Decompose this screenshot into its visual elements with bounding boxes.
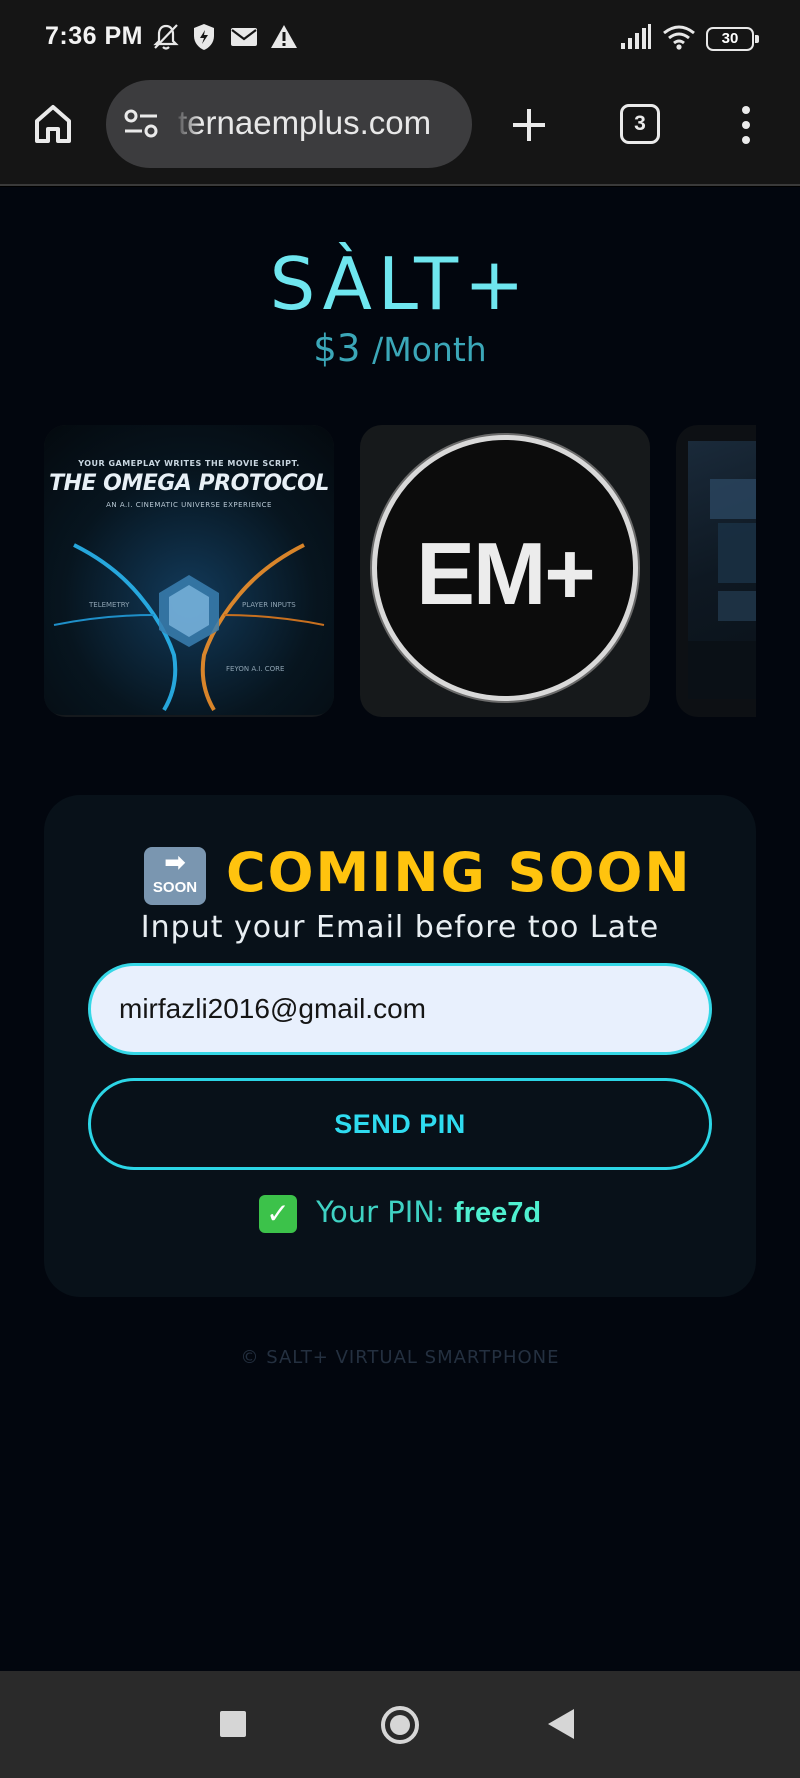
warning-icon xyxy=(271,25,297,48)
check-icon: ✓ xyxy=(258,1195,297,1233)
wifi-icon xyxy=(663,25,695,50)
signal-icon xyxy=(621,24,651,49)
bell-off-icon xyxy=(153,24,179,50)
omega-protocol-cover: YOUR GAMEPLAY WRITES THE MOVIE SCRIPT. T… xyxy=(44,425,334,715)
status-time: 7:36 PM xyxy=(45,22,143,50)
home-circle-icon[interactable] xyxy=(381,1706,419,1744)
status-bar: 7:36 PM 30 xyxy=(0,0,800,76)
new-tab-icon[interactable] xyxy=(510,106,548,144)
circuit-art xyxy=(53,543,325,712)
coming-soon-panel: ➡ SOON COMING SOON Input your Email befo… xyxy=(44,795,756,1297)
mail-icon xyxy=(231,28,257,46)
pin-result: ✓ Your PIN: free7d xyxy=(44,1195,756,1233)
page-footer: © SALT+ VIRTUAL SMARTPHONE xyxy=(240,1347,560,1368)
brand-title: SÀLT+ xyxy=(269,242,531,326)
url-text[interactable]: ternaemplus.com xyxy=(178,104,431,142)
cover-tagline: YOUR GAMEPLAY WRITES THE MOVIE SCRIPT. xyxy=(78,459,300,468)
pin-value: free7d xyxy=(454,1197,542,1229)
cover-subtitle: AN A.I. CINEMATIC UNIVERSE EXPERIENCE xyxy=(106,501,272,509)
url-fade xyxy=(174,80,200,168)
em-plus-logo-text: EM+ xyxy=(416,524,595,623)
address-bar[interactable]: ternaemplus.com xyxy=(106,80,472,168)
tabs-icon[interactable]: 3 xyxy=(620,104,660,144)
browser-toolbar: ternaemplus.com 3 xyxy=(0,76,800,186)
cover-label-left: TELEMETRY xyxy=(89,601,130,609)
site-settings-icon[interactable] xyxy=(123,108,159,140)
cover-label-bottom: FEYON A.I. CORE xyxy=(226,665,285,673)
send-pin-button[interactable]: SEND PIN xyxy=(88,1078,712,1170)
battery-level: 30 xyxy=(721,30,739,47)
coming-soon-subtitle: Input your Email before too Late xyxy=(140,910,660,945)
battery-icon: 30 xyxy=(706,27,759,51)
app-card-partial[interactable] xyxy=(676,425,756,717)
back-icon[interactable] xyxy=(548,1709,574,1739)
soon-arrow-icon: ➡ SOON xyxy=(144,847,206,905)
app-card-omega-protocol[interactable]: YOUR GAMEPLAY WRITES THE MOVIE SCRIPT. T… xyxy=(44,425,334,717)
system-nav-bar xyxy=(0,1671,800,1778)
partial-card-art xyxy=(688,479,756,699)
coming-soon-heading: COMING SOON xyxy=(226,841,692,904)
price-amount: $3 xyxy=(313,327,361,370)
shield-icon xyxy=(194,24,214,50)
home-icon[interactable] xyxy=(33,103,73,145)
recents-icon[interactable] xyxy=(220,1711,246,1737)
more-icon[interactable] xyxy=(738,104,754,146)
price-period: /Month xyxy=(372,330,487,369)
soon-icon-label: SOON xyxy=(152,879,198,896)
email-input[interactable] xyxy=(88,963,712,1055)
cover-label-right: PLAYER INPUTS xyxy=(242,601,296,609)
cover-title: THE OMEGA PROTOCOL xyxy=(49,471,329,496)
pin-label: Your PIN: xyxy=(316,1195,445,1229)
page-content: SÀLT+ $3 /Month YOUR GAMEPLAY WRITES THE… xyxy=(0,187,800,1671)
price-label: $3 /Month xyxy=(0,327,800,370)
app-card-partial-image xyxy=(688,441,756,699)
app-card-em-plus[interactable]: EM+ xyxy=(360,425,650,717)
em-plus-logo: EM+ xyxy=(372,435,638,701)
app-carousel[interactable]: YOUR GAMEPLAY WRITES THE MOVIE SCRIPT. T… xyxy=(44,425,756,717)
soon-arrow-glyph: ➡ xyxy=(164,848,186,878)
